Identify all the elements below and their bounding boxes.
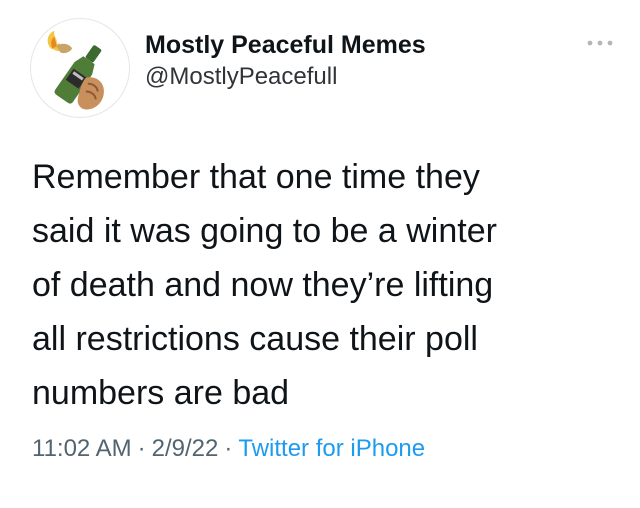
meta-separator: · (137, 435, 146, 462)
tweet-meta: 11:02 AM · 2/9/22 · Twitter for iPhone (32, 434, 425, 464)
tweet-date[interactable]: 2/9/22 (152, 435, 219, 462)
avatar[interactable] (30, 18, 130, 118)
more-options-icon (587, 40, 613, 46)
more-options-button[interactable] (582, 34, 618, 52)
author-handle[interactable]: @MostlyPeacefull (145, 62, 426, 92)
tweet-text-line: Remember that one time they (32, 158, 480, 196)
tweet-header: Mostly Peaceful Memes @MostlyPeacefull (30, 18, 613, 118)
tweet-text-line: said it was going to be a winter (32, 212, 497, 250)
meta-separator: · (224, 435, 233, 462)
tweet-text-line: all restrictions cause their poll (32, 320, 478, 358)
author-names: Mostly Peaceful Memes @MostlyPeacefull (145, 30, 426, 92)
tweet-source-link[interactable]: Twitter for iPhone (238, 435, 425, 462)
tweet-card: Mostly Peaceful Memes @MostlyPeacefull R… (0, 0, 640, 508)
tweet-text-line: numbers are bad (32, 374, 290, 412)
author-display-name[interactable]: Mostly Peaceful Memes (145, 30, 426, 60)
molotov-bottle-icon (47, 30, 104, 110)
tweet-text-line: of death and now they’re lifting (32, 266, 494, 304)
tweet-time[interactable]: 11:02 AM (32, 435, 132, 462)
tweet-text: Remember that one time they said it was … (32, 150, 612, 420)
